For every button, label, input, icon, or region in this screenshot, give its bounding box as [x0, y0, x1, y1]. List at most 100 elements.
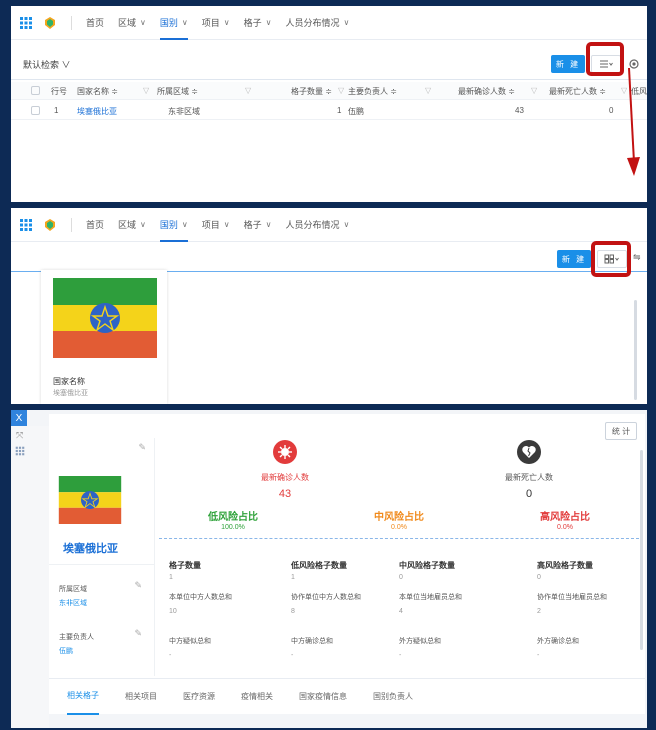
- metric-label: 外方确诊总和: [537, 638, 579, 645]
- nav-grid[interactable]: 格子 ∨: [244, 208, 272, 242]
- low-risk-value: 100.0%: [221, 524, 245, 531]
- country-detail: 统 计 ✎ 埃塞俄比亚 所属区域 ✎ 东非区域 主要负责人 ✎ 伍鹏 最新确诊人…: [49, 414, 645, 715]
- nav-personnel[interactable]: 人员分布情况 ∨: [286, 6, 350, 40]
- metric-label: 中风险格子数量: [399, 561, 455, 570]
- virus-icon: [273, 440, 297, 464]
- metric-label: 协作单位当地雇员总和: [537, 594, 607, 601]
- confirmed-value: 43: [278, 488, 292, 500]
- ethiopia-flag-icon: [53, 278, 157, 358]
- country-card[interactable]: 国家名称 埃塞俄比亚: [41, 270, 167, 404]
- chevron-down-icon: ∨: [181, 220, 188, 229]
- metric-label: 本单位当地雇员总和: [399, 594, 462, 601]
- col-grid-count[interactable]: 格子数量 ≑: [291, 86, 332, 97]
- nav-home[interactable]: 首页: [86, 6, 104, 40]
- nav-country[interactable]: 国别 ∨: [159, 208, 188, 242]
- side-strip: ⤧: [11, 426, 49, 728]
- apps-grid-icon[interactable]: [15, 446, 25, 456]
- col-country[interactable]: 国家名称 ≑: [77, 86, 118, 97]
- tab-related-grids[interactable]: 相关格子: [67, 679, 99, 715]
- expand-icon[interactable]: ⤧: [16, 430, 23, 441]
- nav-region[interactable]: 区域 ∨: [118, 208, 146, 242]
- nav-country[interactable]: 国别 ∨: [159, 6, 188, 40]
- chevron-down-icon: ∨: [343, 220, 350, 229]
- filter-icon[interactable]: ▽: [531, 86, 537, 95]
- table-header: 行号 国家名称 ≑ ▽ 所属区域 ≑ ▽ 格子数量 ≑ ▽ 主要负责人 ≑ ▽ …: [11, 82, 647, 100]
- confirmed-label: 最新确诊人数: [261, 473, 309, 482]
- nav-personnel[interactable]: 人员分布情况 ∨: [286, 208, 350, 242]
- row-leader: 伍鹏: [348, 107, 364, 116]
- nav-divider: [71, 15, 72, 30]
- table-row[interactable]: 1 埃塞俄比亚 东非区域 1 伍鹏 43 0: [11, 102, 647, 120]
- metric-value: -: [537, 652, 540, 659]
- table-view-panel: 首页 区域 ∨ 国别 ∨ 项目 ∨ 格子 ∨ 人员分布情况 ∨ 默认检索 ∨ 新 建 行号…: [11, 6, 647, 202]
- new-button[interactable]: 新 建: [551, 55, 585, 73]
- col-region[interactable]: 所属区域 ≑: [157, 86, 198, 97]
- col-deaths[interactable]: 最新死亡人数 ≑: [549, 86, 606, 97]
- metric-value: -: [169, 652, 172, 659]
- nav-grid[interactable]: 格子 ∨: [244, 6, 272, 40]
- apps-grid-icon[interactable]: [19, 16, 33, 30]
- nav-region[interactable]: 区域 ∨: [118, 6, 146, 40]
- chevron-down-icon: ∨: [265, 220, 272, 229]
- metric-label: 中方确诊总和: [291, 638, 333, 645]
- chevron-down-icon: ∨: [181, 18, 188, 27]
- metric-value: -: [291, 652, 294, 659]
- tab-country-leader[interactable]: 国别负责人: [373, 679, 413, 715]
- metric-label: 高风险格子数量: [537, 561, 593, 570]
- filter-icon[interactable]: ▽: [245, 86, 251, 95]
- filter-icon[interactable]: ▽: [143, 86, 149, 95]
- tab-related-projects[interactable]: 相关项目: [125, 679, 157, 715]
- col-confirmed[interactable]: 最新确诊人数 ≑: [458, 86, 515, 97]
- card-view-panel: 首页 区域 ∨ 国别 ∨ 项目 ∨ 格子 ∨ 人员分布情况 ∨ 新 建 ⇋ 国家名称 埃塞…: [11, 208, 647, 404]
- new-button[interactable]: 新 建: [557, 250, 591, 268]
- edit-pencil-icon[interactable]: ✎: [134, 628, 142, 639]
- nav-project-label: 项目: [201, 220, 220, 230]
- nav-project[interactable]: 项目 ∨: [202, 208, 230, 242]
- metric-label: 格子数量: [169, 561, 201, 570]
- leader-value[interactable]: 伍鹏: [59, 646, 73, 656]
- tab-epidemic[interactable]: 疫情相关: [241, 679, 273, 715]
- row-region: 东非区域: [168, 107, 200, 116]
- detail-tabs: 相关格子 相关项目 医疗资源 疫情相关 国家疫情信息 国别负责人: [49, 678, 645, 715]
- row-deaths: 0: [609, 106, 614, 115]
- select-all-checkbox[interactable]: [31, 86, 40, 95]
- divider: [49, 564, 154, 565]
- metric-value: 1: [169, 574, 173, 581]
- row-country-link[interactable]: 埃塞俄比亚: [77, 106, 117, 117]
- deaths-value: 0: [525, 488, 533, 500]
- nav-region-label: 区域: [118, 220, 137, 230]
- nav-home-label: 首页: [86, 220, 105, 230]
- nav-divider: [71, 217, 72, 232]
- nav-home[interactable]: 首页: [86, 208, 104, 242]
- scrollbar[interactable]: [640, 450, 643, 650]
- filter-icon[interactable]: ▽: [425, 86, 431, 95]
- nav-personnel-label: 人员分布情况: [285, 220, 340, 230]
- highlight-box: [591, 241, 631, 277]
- metric-label: 本单位中方人数总和: [169, 594, 232, 601]
- edit-pencil-icon[interactable]: ✎: [138, 442, 146, 453]
- chevron-down-icon: ∨: [343, 18, 350, 27]
- row-checkbox[interactable]: [31, 106, 40, 115]
- high-risk-value: 0.0%: [557, 524, 573, 531]
- edit-pencil-icon[interactable]: ✎: [134, 580, 142, 591]
- broken-heart-icon: [517, 440, 541, 464]
- default-search-dropdown[interactable]: 默认检索 ∨: [23, 58, 71, 71]
- leader-label: 主要负责人: [59, 634, 94, 641]
- top-nav: 首页 区域 ∨ 国别 ∨ 项目 ∨ 格子 ∨ 人员分布情况 ∨: [11, 208, 647, 242]
- nav-grid-label: 格子: [243, 18, 262, 28]
- tab-national-epidemic-info[interactable]: 国家疫情信息: [299, 679, 347, 715]
- tab-medical-resources[interactable]: 医疗资源: [183, 679, 215, 715]
- filter-icon[interactable]: ▽: [338, 86, 344, 95]
- swap-icon[interactable]: ⇋: [633, 252, 641, 263]
- scrollbar[interactable]: [634, 300, 637, 400]
- close-button[interactable]: X: [11, 410, 27, 426]
- chevron-down-icon: ∨: [140, 220, 146, 229]
- nav-project[interactable]: 项目 ∨: [202, 6, 230, 40]
- detail-view-panel: X ⤧ 统 计 ✎ 埃塞俄比亚 所属区域 ✎ 东非区域 主要负责人 ✎ 伍鹏 最…: [11, 410, 647, 728]
- logo-icon: [45, 218, 55, 231]
- apps-grid-icon[interactable]: [19, 218, 33, 232]
- country-info-column: ✎ 埃塞俄比亚 所属区域 ✎ 东非区域 主要负责人 ✎ 伍鹏: [49, 438, 155, 676]
- region-value[interactable]: 东非区域: [59, 598, 87, 608]
- row-confirmed: 43: [515, 106, 524, 115]
- col-leader[interactable]: 主要负责人 ≑: [348, 86, 397, 97]
